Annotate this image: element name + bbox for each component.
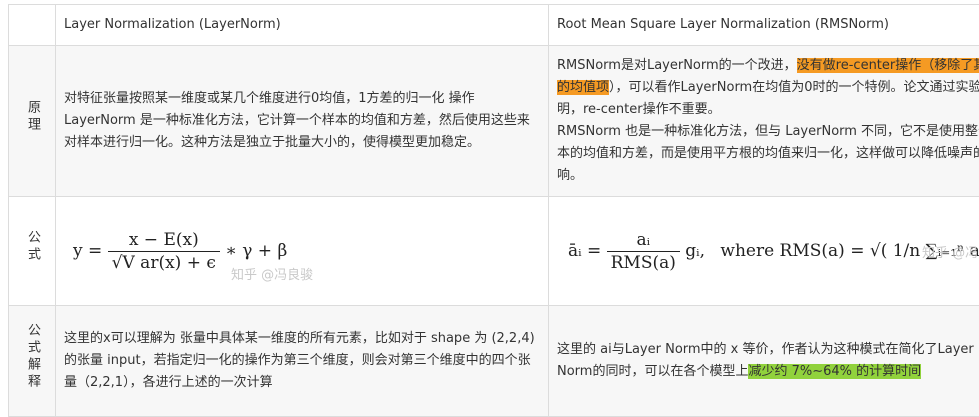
principle-row: 原理 对特征张量按照某一维度或某几个维度进行0均值，1方差的归一化 操作Laye… [9,46,979,197]
header-row: Layer Normalization (LayerNorm) Root Mea… [9,5,979,46]
formula-rmsnorm-cell: āᵢ = aᵢ RMS(a) gᵢ, where RMS(a) = √( 1/n… [549,197,979,306]
principle-rmsnorm-text-3: RMSNorm 也是一种标准化方法，但与 LayerNorm 不同，它不是使用整… [557,121,979,187]
layernorm-formula-denominator: √V ar(x) + ϵ [108,252,220,274]
explain-label: 公式解释 [22,323,42,391]
layernorm-formula-numerator: x − E(x) [108,229,220,252]
principle-rmsnorm-cell: RMSNorm是对LayerNorm的一个改进，没有做re-center操作（移… [549,46,979,197]
principle-layernorm-text: 对特征张量按照某一维度或某几个维度进行0均值，1方差的归一化 操作LayerNo… [64,88,540,154]
rmsnorm-formula-lhs: āᵢ = [568,241,601,261]
principle-rmsnorm-paragraph: RMSNorm是对LayerNorm的一个改进，没有做re-center操作（移… [557,55,979,121]
header-rmsnorm: Root Mean Square Layer Normalization (RM… [549,5,979,46]
formula-row: 公式 y = x − E(x) √V ar(x) + ϵ ∗ γ + β 知乎 … [9,197,979,306]
explain-label-cell: 公式解释 [9,306,56,417]
formula-layernorm-cell: y = x − E(x) √V ar(x) + ϵ ∗ γ + β 知乎 @冯良… [56,197,549,306]
explain-rmsnorm-cell: 这里的 ai与Layer Norm中的 x 等价，作者认为这种模式在简化了Lay… [549,306,979,417]
watermark-left: 知乎 @冯良骏 [231,265,313,287]
principle-label: 原理 [22,100,42,134]
formula-label-cell: 公式 [9,197,56,306]
rmsnorm-formula-after: gᵢ, [685,241,705,261]
explain-rmsnorm-paragraph: 这里的 ai与Layer Norm中的 x 等价，作者认为这种模式在简化了Lay… [557,339,979,383]
explain-layernorm-text: 这里的x可以理解为 张量中具体某一维度的所有元素，比如对于 shape 为 (2… [64,328,540,394]
rmsnorm-formula-numerator: aᵢ [607,229,680,252]
principle-layernorm-cell: 对特征张量按照某一维度或某几个维度进行0均值，1方差的归一化 操作LayerNo… [56,46,549,197]
layernorm-formula-lhs: y = [73,241,102,261]
layernorm-formula: y = x − E(x) √V ar(x) + ϵ ∗ γ + β 知乎 @冯良… [57,229,547,274]
principle-rmsnorm-text-2: ），可以看作LayerNorm在均值为0时的一个特例。论文通过实验证明，re-c… [557,80,979,117]
principle-rmsnorm-text-1: RMSNorm是对LayerNorm的一个改进， [557,58,797,73]
principle-label-cell: 原理 [9,46,56,197]
header-layernorm: Layer Normalization (LayerNorm) [56,5,549,46]
layernorm-formula-fraction: x − E(x) √V ar(x) + ϵ [108,229,220,274]
rmsnorm-formula-where: where RMS(a) = [720,241,864,261]
explain-layernorm-cell: 这里的x可以理解为 张量中具体某一维度的所有元素，比如对于 shape 为 (2… [56,306,549,417]
formula-label: 公式 [22,230,42,264]
rmsnorm-formula-fraction: aᵢ RMS(a) [607,229,680,274]
comparison-table: Layer Normalization (LayerNorm) Root Mea… [8,4,979,417]
header-corner-cell [9,5,56,46]
explain-row: 公式解释 这里的x可以理解为 张量中具体某一维度的所有元素，比如对于 shape… [9,306,979,417]
explain-rmsnorm-highlight: 减少约 7%∼64% 的计算时间 [748,364,921,379]
layernorm-formula-rest: ∗ γ + β [225,241,287,261]
rmsnorm-formula: āᵢ = aᵢ RMS(a) gᵢ, where RMS(a) = √( 1/n… [550,229,979,274]
rmsnorm-formula-denominator: RMS(a) [607,252,680,274]
watermark-right: 知乎 @冯良 [922,243,979,265]
